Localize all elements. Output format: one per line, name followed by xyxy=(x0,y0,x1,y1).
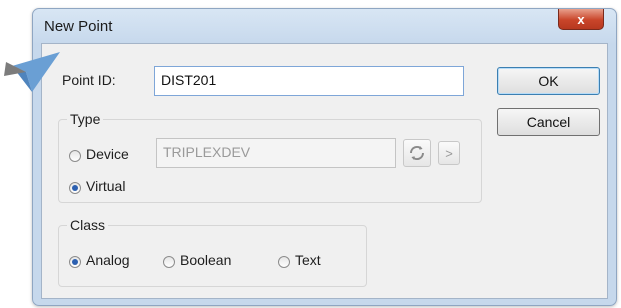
analog-radio-label[interactable]: Analog xyxy=(86,252,130,268)
browse-device-button xyxy=(403,139,431,167)
device-radio-label[interactable]: Device xyxy=(86,146,129,162)
analog-radio[interactable] xyxy=(69,256,81,268)
point-id-input[interactable]: DIST201 xyxy=(154,66,464,96)
virtual-radio-label[interactable]: Virtual xyxy=(86,178,125,194)
refresh-icon xyxy=(409,145,425,161)
class-group-legend: Class xyxy=(67,217,109,233)
device-select: TRIPLEXDEV xyxy=(156,138,396,168)
text-radio-label[interactable]: Text xyxy=(295,252,321,268)
new-point-dialog: New Point x Point ID: DIST201 Type Devic… xyxy=(32,8,617,306)
dialog-body: Point ID: DIST201 Type Device Virtual TR… xyxy=(41,43,608,299)
boolean-radio-label[interactable]: Boolean xyxy=(180,252,231,268)
close-icon: x xyxy=(577,11,585,27)
cancel-button[interactable]: Cancel xyxy=(497,108,600,136)
device-radio[interactable] xyxy=(69,150,81,162)
title-bar[interactable]: New Point x xyxy=(33,9,616,43)
pointer-arrow-icon xyxy=(4,52,60,92)
ok-button[interactable]: OK xyxy=(497,67,600,95)
chevron-right-icon: > xyxy=(445,145,453,161)
close-button[interactable]: x xyxy=(558,9,604,30)
virtual-radio[interactable] xyxy=(69,182,81,194)
type-group-legend: Type xyxy=(67,111,104,127)
boolean-radio[interactable] xyxy=(163,256,175,268)
more-button: > xyxy=(438,141,460,165)
point-id-label: Point ID: xyxy=(62,72,116,88)
text-radio[interactable] xyxy=(278,256,290,268)
dialog-title: New Point xyxy=(44,18,113,35)
